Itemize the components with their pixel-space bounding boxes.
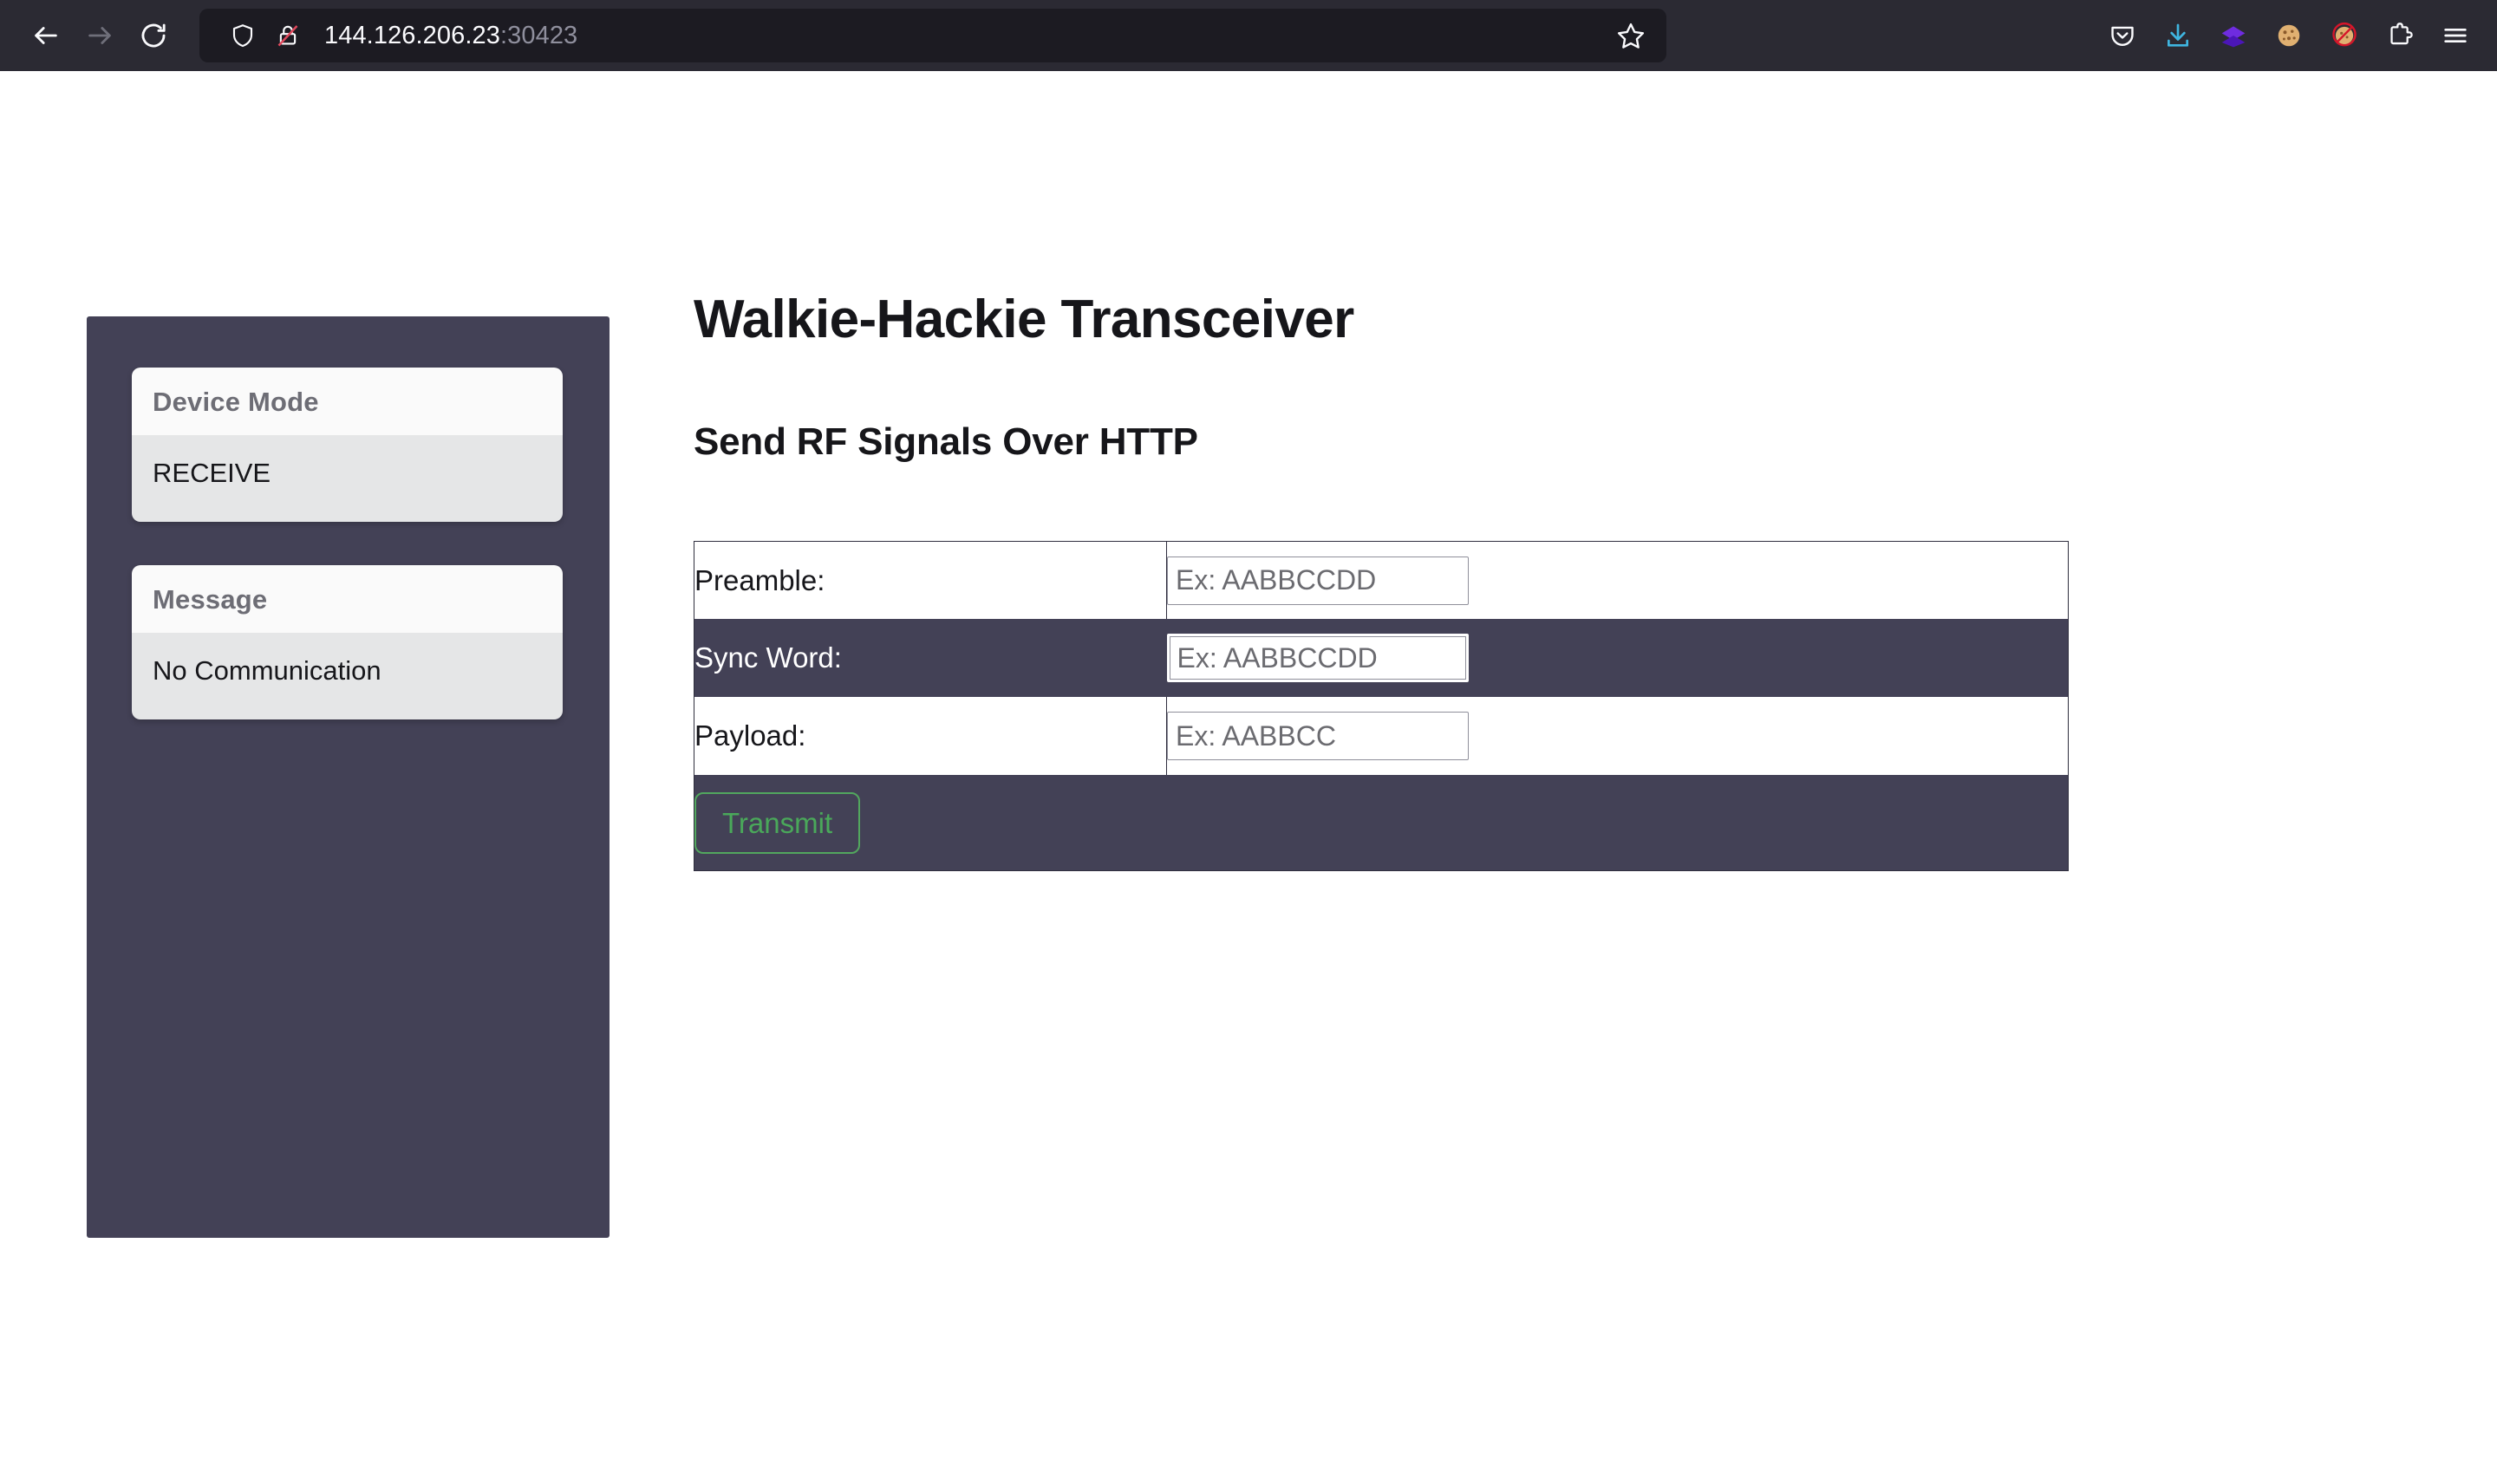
payload-input-cell <box>1167 697 2069 775</box>
back-arrow-icon <box>31 21 61 50</box>
payload-input[interactable] <box>1167 712 1469 761</box>
preamble-input[interactable] <box>1167 556 1469 605</box>
device-mode-card: Device Mode RECEIVE <box>132 368 563 522</box>
table-row: Transmit <box>694 775 2069 871</box>
table-row: Preamble: <box>694 541 2069 620</box>
payload-label: Payload: <box>694 697 1167 776</box>
device-mode-card-header: Device Mode <box>132 368 563 435</box>
lock-crossed-out-icon[interactable] <box>265 13 310 58</box>
table-row: Payload: <box>694 697 2069 776</box>
shield-icon[interactable] <box>220 13 265 58</box>
url-bar[interactable]: 144.126.206.23:30423 <box>199 9 1666 62</box>
extensions-puzzle-icon[interactable] <box>2374 10 2426 62</box>
sync-word-input[interactable] <box>1166 634 1469 683</box>
url-port: :30423 <box>499 21 578 49</box>
page-content: Device Mode RECEIVE Message No Communica… <box>0 71 2497 1484</box>
page-title: Walkie-Hackie Transceiver <box>694 290 1354 349</box>
cookie-icon[interactable] <box>2263 10 2315 62</box>
url-text[interactable]: 144.126.206.23:30423 <box>324 22 1607 50</box>
cookie-blocked-icon[interactable] <box>2318 10 2370 62</box>
downloads-icon[interactable] <box>2152 10 2204 62</box>
reload-icon <box>139 21 168 50</box>
app-menu-icon[interactable] <box>2429 10 2481 62</box>
main-content: Walkie-Hackie Transceiver Send RF Signal… <box>694 288 2072 871</box>
preamble-input-cell <box>1167 541 2069 619</box>
layers-icon[interactable] <box>2207 10 2259 62</box>
url-host: 144.126.206.23 <box>324 21 500 49</box>
device-mode-value: RECEIVE <box>132 435 563 522</box>
reload-button[interactable] <box>127 9 180 62</box>
forward-arrow-icon <box>85 21 114 50</box>
back-button[interactable] <box>19 9 73 62</box>
transmit-cell: Transmit <box>694 775 2069 870</box>
sync-word-input-cell <box>1166 619 2069 697</box>
signal-form-table: Preamble: Sync Word: Payload: <box>694 540 2069 871</box>
forward-button[interactable] <box>73 9 127 62</box>
message-value: No Communication <box>132 633 563 719</box>
transmit-button[interactable]: Transmit <box>694 791 861 854</box>
star-bookmark-icon[interactable] <box>1607 12 1654 59</box>
sync-word-label: Sync Word: <box>694 641 842 674</box>
message-card-header: Message <box>132 565 563 633</box>
browser-toolbar-icons <box>2096 0 2481 71</box>
message-card: Message No Communication <box>132 565 563 719</box>
page-subtitle: Send RF Signals Over HTTP <box>694 420 1198 464</box>
browser-chrome: 144.126.206.23:30423 <box>0 0 2497 71</box>
pocket-icon[interactable] <box>2096 10 2148 62</box>
preamble-label: Preamble: <box>694 541 1167 620</box>
status-sidebar: Device Mode RECEIVE Message No Communica… <box>87 316 610 1238</box>
table-row: Sync Word: <box>694 619 2069 698</box>
